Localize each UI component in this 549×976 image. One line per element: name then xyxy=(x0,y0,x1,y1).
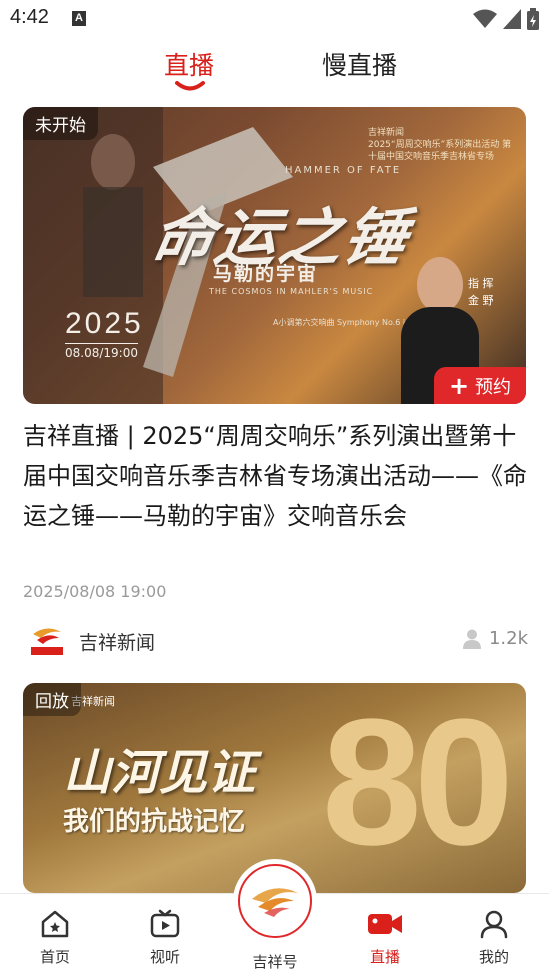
jixiang-logo-icon xyxy=(252,888,298,917)
nav-home-label: 首页 xyxy=(39,948,70,966)
top-tabs: 直播 慢直播 xyxy=(0,44,549,96)
source-row: 吉祥新闻 1.2k xyxy=(23,622,528,658)
poster-conductor: 指 挥 金 野 xyxy=(468,275,494,309)
video-camera-icon xyxy=(368,914,402,934)
replay-card-poster[interactable]: 80 吉祥新闻 山河见证 我们的抗战记忆 回放 xyxy=(23,683,526,893)
viewer-count: 1.2k xyxy=(462,628,528,649)
user-icon xyxy=(480,910,508,939)
nav-home[interactable]: 首页 xyxy=(20,908,90,967)
battery-icon xyxy=(527,8,539,30)
article-title[interactable]: 吉祥直播 | 2025“周周交响乐”系列演出暨第十届中国交响音乐季吉林省专场演出… xyxy=(23,416,528,536)
status-bar: 4:42 A xyxy=(0,0,549,40)
nav-mine[interactable]: 我的 xyxy=(459,908,529,967)
status-time: 4:42 xyxy=(10,6,49,28)
poster-title: 山河见证 xyxy=(63,745,256,801)
nav-jixianghao-label: 吉祥号 xyxy=(252,953,298,971)
nav-live-label: 直播 xyxy=(369,948,400,966)
conductor-name: 金 野 xyxy=(468,294,494,307)
tab-slow-live[interactable]: 慢直播 xyxy=(322,46,397,82)
nav-live[interactable]: 直播 xyxy=(350,908,420,967)
live-card-poster[interactable]: 未开始 吉祥新闻 2025“周周交响乐”系列演出活动 第十届中国交响音乐季吉林省… xyxy=(23,107,526,404)
viewer-count-value: 1.2k xyxy=(488,628,528,649)
jixiang-news-logo-icon[interactable] xyxy=(27,622,67,658)
notification-icon: A xyxy=(72,11,86,26)
active-tab-indicator xyxy=(175,81,205,91)
reserve-label: 预约 xyxy=(475,376,512,398)
poster-subtitle-en: THE COSMOS IN MAHLER'S MUSIC xyxy=(209,287,374,296)
tab-live[interactable]: 直播 xyxy=(164,46,214,82)
signal-icon xyxy=(503,9,521,29)
source-name[interactable]: 吉祥新闻 xyxy=(79,628,155,655)
home-icon xyxy=(41,910,69,938)
status-badge: 未开始 xyxy=(23,107,98,140)
plus-icon: + xyxy=(448,371,470,400)
status-badge: 回放 xyxy=(23,683,81,716)
article-date: 2025/08/08 19:00 xyxy=(23,582,167,601)
wifi-icon xyxy=(473,9,497,28)
nav-media-label: 视听 xyxy=(149,948,180,966)
poster-brand: 吉祥新闻 xyxy=(368,128,405,138)
conductor-head xyxy=(417,257,463,313)
conductor-role: 指 挥 xyxy=(468,277,494,290)
nav-mine-label: 我的 xyxy=(478,948,509,966)
poster-series-line: 2025“周周交响乐”系列演出活动 第十届中国交响音乐季吉林省专场 xyxy=(368,140,512,162)
tv-icon xyxy=(150,909,180,938)
poster-number-80: 80 xyxy=(321,683,514,883)
nav-media[interactable]: 视听 xyxy=(130,908,200,967)
nav-jixianghao-button[interactable] xyxy=(238,864,312,938)
poster-hammer-en: HAMMER OF FATE xyxy=(285,165,402,176)
user-icon xyxy=(462,629,481,649)
poster-subtitle: 马勒的宇宙 xyxy=(213,263,319,285)
reserve-button[interactable]: + 预约 xyxy=(434,367,526,404)
poster-datetime: 08.08/19:00 xyxy=(65,343,138,360)
poster-brand-text: 吉祥新闻 2025“周周交响乐”系列演出活动 第十届中国交响音乐季吉林省专场 xyxy=(368,127,518,163)
poster-year: 2025 xyxy=(65,307,144,340)
status-icons xyxy=(473,8,539,30)
poster-subtitle: 我们的抗战记忆 xyxy=(63,807,246,837)
